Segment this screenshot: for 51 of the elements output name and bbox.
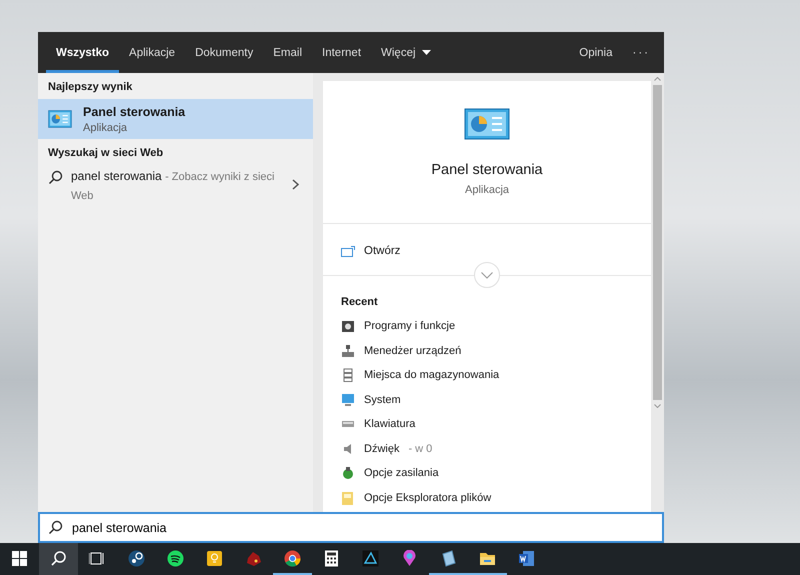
app-type: Aplikacja [464,184,510,196]
window-icon [341,246,355,256]
more-button[interactable]: ··· [622,32,664,73]
device-tree-icon [341,344,355,358]
section-heading: Recent [340,295,379,310]
notepad-icon [440,550,457,566]
recent-item[interactable]: Klawiatura [323,412,651,436]
chrome-icon [284,550,301,566]
taskbar-button[interactable] [39,543,78,575]
chevron-right-icon [292,179,299,190]
best-match-item[interactable]: Panel sterowania Aplikacja [38,99,313,139]
app-title: Panel sterowania [431,162,543,178]
filter-tab[interactable]: Aplikacje [119,32,186,73]
storage-icon [341,368,355,382]
search-icon [50,550,67,566]
triangle-app-icon [362,550,379,566]
result-title: Panel sterowania [83,104,186,118]
recent-item[interactable]: Opcje Eksploratora plików [323,486,651,510]
recent-item[interactable]: System [323,388,651,412]
open-action[interactable]: Otwórz [323,224,651,263]
feedback-link[interactable]: Opinia [569,32,622,73]
filter-tab[interactable]: Więcej [371,32,441,73]
word-icon [518,550,535,566]
color-drop-icon [401,550,418,566]
steam-icon [128,550,145,566]
folder-icon [341,490,355,505]
windows-logo-icon [11,550,28,566]
spotify-icon [167,550,184,566]
result-type: Aplikacja [83,122,128,134]
control-panel-icon [464,108,510,140]
section-heading: Najlepszy wynik [47,80,134,95]
recent-item[interactable]: Menedżer urządzeń [323,338,651,363]
search-field[interactable]: panel sterowania [38,512,664,543]
task-view-icon [89,550,106,566]
recent-item[interactable]: Opcje zasilania [323,461,651,486]
program-icon [341,319,355,334]
calculator-icon [323,550,340,566]
search-icon [48,170,63,185]
lightbulb-note-icon [206,550,223,566]
search-icon [48,520,63,535]
recent-item[interactable]: Programy i funkcje [323,314,651,338]
section-heading: Wyszukaj w sieci Web [47,146,164,161]
filter-tab[interactable]: Email [263,32,312,73]
chevron-down-icon [481,272,493,278]
web-search-suggestion[interactable]: panel sterowania - Zobacz wyniki z sieci Web [71,167,284,205]
control-panel-icon [48,110,72,128]
filter-tab[interactable]: Internet [312,32,372,73]
filter-tab[interactable]: Dokumenty [185,32,264,73]
recent-item[interactable]: Miejsca do magazynowania [323,363,651,388]
recent-item[interactable]: Dźwięk - w 0 [323,436,651,461]
monitor-icon [341,392,355,407]
